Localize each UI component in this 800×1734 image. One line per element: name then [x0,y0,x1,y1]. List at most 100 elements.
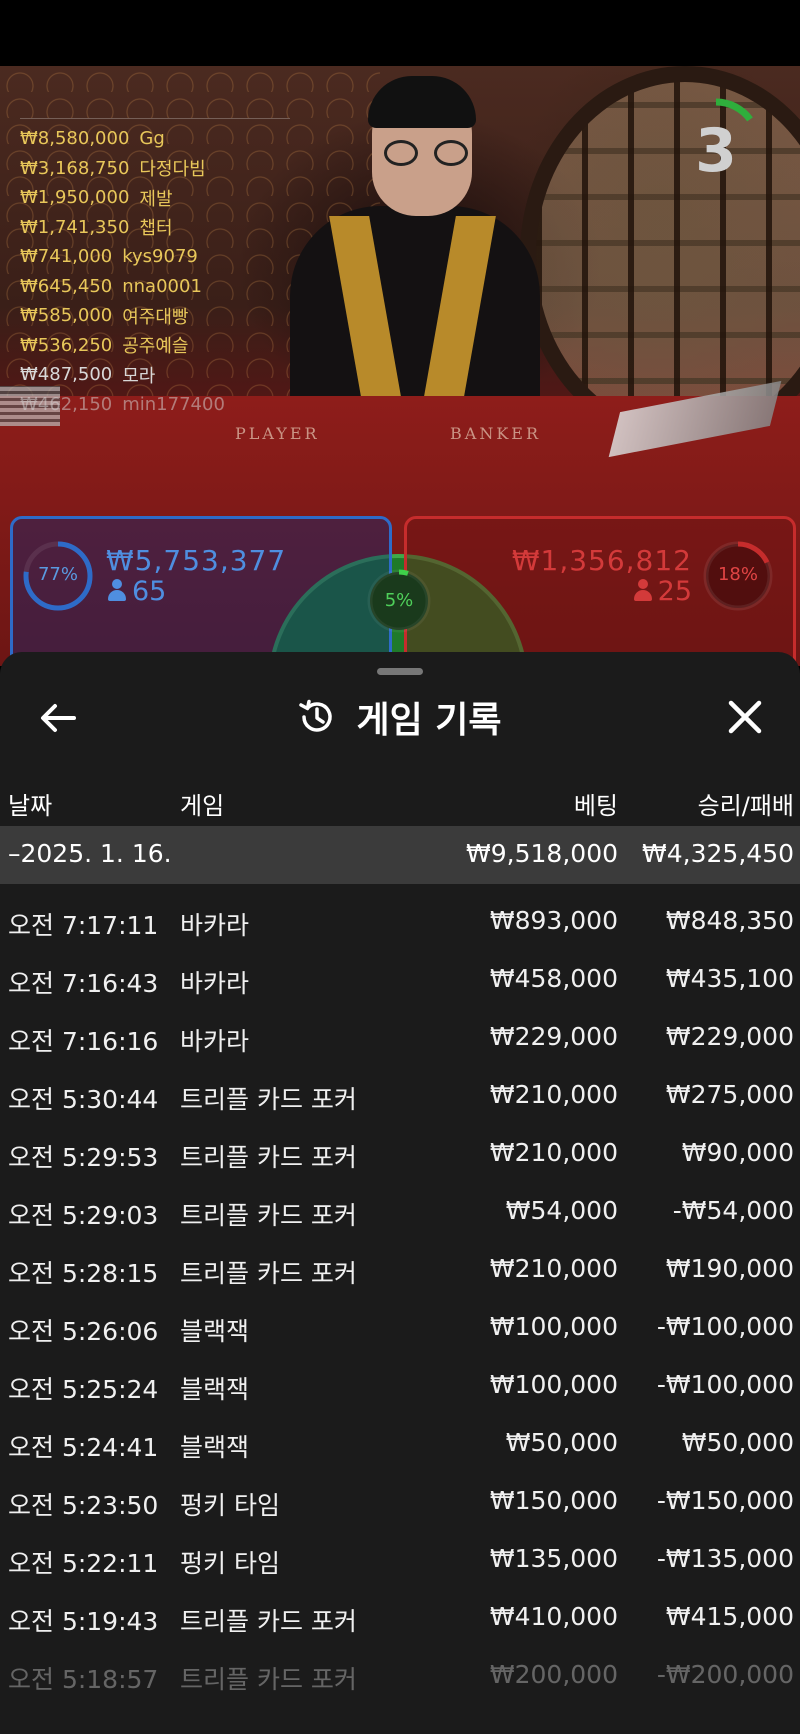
history-row[interactable]: 오전 5:18:57 트리플 카드 포커 ₩200,000 -₩200,000 [0,1646,800,1704]
history-game: 트리플 카드 포커 [180,1085,357,1114]
history-row[interactable]: 오전 7:16:43 바카라 ₩458,000 ₩435,100 [0,950,800,1008]
history-result: ₩848,350 [665,906,794,935]
history-bet: ₩458,000 [489,964,618,993]
history-bet: ₩135,000 [489,1544,618,1573]
history-time: 오전 5:30:44 [8,1085,159,1114]
history-bet: ₩229,000 [489,1022,618,1051]
history-time: 오전 7:16:43 [8,969,159,998]
leaderboard-divider [20,118,290,119]
history-time: 오전 7:17:11 [8,911,159,940]
history-row[interactable]: 오전 5:19:43 트리플 카드 포커 ₩410,000 ₩415,000 [0,1588,800,1646]
history-bet: ₩210,000 [489,1080,618,1109]
history-game: 블랙잭 [180,1317,250,1346]
leaderboard-player-name: 공주예슬 [122,336,189,358]
date-group-total-bet: ₩9,518,000 [466,839,618,868]
history-row[interactable]: 오전 7:17:11 바카라 ₩893,000 ₩848,350 [0,892,800,950]
person-icon [108,579,126,601]
game-history-sheet: 게임 기록 날짜 게임 베팅 승리/패배 –2025. 1. 16. ₩9,51… [0,652,800,1734]
sheet-title: 게임 기록 [356,700,502,741]
date-group-total-result: ₩4,325,450 [642,839,794,868]
history-time: 오전 5:24:41 [8,1433,159,1462]
drag-handle[interactable] [377,668,423,675]
leaderboard-player-name: nna0001 [122,275,202,297]
leaderboard-row: ₩1,950,000 제발 [20,183,300,213]
column-date: 날짜 [8,792,53,820]
date-group-label: –2025. 1. 16. [8,839,172,868]
countdown-timer: 3 [666,94,766,194]
leaderboard-amount: ₩645,450 [20,275,113,297]
leaderboard-row: ₩536,250 공주예슬 [20,331,300,361]
history-bet: ₩200,000 [489,1660,618,1689]
history-row[interactable]: 오전 5:22:11 펑키 타임 ₩135,000 -₩135,000 [0,1530,800,1588]
leaderboard-player-name: 제발 [139,188,173,210]
history-row[interactable]: 오전 5:29:03 트리플 카드 포커 ₩54,000 -₩54,000 [0,1182,800,1240]
leaderboard-row: ₩645,450 nna0001 [20,272,300,302]
leaderboard-player-name: 챕터 [139,218,173,240]
table-player-label: PLAYER [235,424,320,443]
status-bar [0,0,800,66]
history-row[interactable]: 오전 5:29:53 트리플 카드 포커 ₩210,000 ₩90,000 [0,1124,800,1182]
history-row[interactable]: 오전 7:16:16 바카라 ₩229,000 ₩229,000 [0,1008,800,1066]
history-result: -₩54,000 [672,1196,794,1225]
history-list: 오전 7:17:11 바카라 ₩893,000 ₩848,350 오전 7:16:43 바… [0,892,800,1704]
history-row[interactable]: 오전 5:30:44 트리플 카드 포커 ₩210,000 ₩275,000 [0,1066,800,1124]
leaderboard-player-name: kys9079 [122,246,198,268]
history-time: 오전 5:28:15 [8,1259,159,1288]
player-percent: 77% [37,564,78,585]
history-bet: ₩54,000 [505,1196,618,1225]
leaderboard-player-name: 다정다빔 [139,159,206,181]
history-row[interactable]: 오전 5:25:24 블랙잭 ₩100,000 -₩100,000 [0,1356,800,1414]
history-time: 오전 5:29:53 [8,1143,159,1172]
history-result: ₩435,100 [665,964,794,993]
history-result: ₩415,000 [665,1602,794,1631]
history-game: 트리플 카드 포커 [180,1143,357,1172]
history-time: 오전 5:19:43 [8,1607,159,1636]
tie-percent-ring: 5% [364,566,434,636]
history-game: 블랙잭 [180,1433,250,1462]
leaderboard-row: ₩585,000 여주대빵 [20,301,300,331]
leaderboard-amount: ₩1,950,000 [20,187,130,209]
history-result: -₩100,000 [656,1370,794,1399]
leaderboard-player-name: 모라 [122,365,156,387]
dealer-hair [368,76,476,128]
history-row[interactable]: 오전 5:26:06 블랙잭 ₩100,000 -₩100,000 [0,1298,800,1356]
history-time: 오전 5:25:24 [8,1375,159,1404]
history-row[interactable]: 오전 5:24:41 블랙잭 ₩50,000 ₩50,000 [0,1414,800,1472]
close-icon[interactable] [722,694,768,740]
column-bet: 베팅 [573,792,618,820]
leaderboard-amount: ₩741,000 [20,246,113,268]
history-game: 트리플 카드 포커 [180,1201,357,1230]
history-time: 오전 5:23:50 [8,1491,159,1520]
leaderboard-row: ₩1,741,350 챕터 [20,213,300,243]
banker-count-value: 25 [657,576,692,607]
history-game: 바카라 [180,1027,250,1056]
leaderboard-amount: ₩487,500 [20,364,113,386]
history-game: 펑키 타임 [180,1549,280,1578]
history-row[interactable]: 오전 5:28:15 트리플 카드 포커 ₩210,000 ₩190,000 [0,1240,800,1298]
leaderboard-row: ₩8,580,000 Gg [20,124,300,154]
leaderboard-row: ₩3,168,750 다정다빔 [20,154,300,184]
banker-bettor-count: 25 [633,576,692,607]
history-result: -₩100,000 [656,1312,794,1341]
winners-leaderboard: ₩8,580,000 Gg ₩3,168,750 다정다빔 ₩1,950,000 제발 ₩1… [20,124,300,419]
table-banker-label: BANKER [450,424,541,443]
player-count-value: 65 [132,576,167,607]
column-game: 게임 [180,792,225,820]
history-bet: ₩893,000 [489,906,618,935]
history-game: 트리플 카드 포커 [180,1607,357,1636]
history-game: 트리플 카드 포커 [180,1259,357,1288]
history-bet: ₩210,000 [489,1254,618,1283]
banker-percent: 18% [717,564,758,585]
history-result: ₩90,000 [681,1138,794,1167]
player-percent-ring: 77% [20,538,96,614]
date-group-row[interactable]: –2025. 1. 16. ₩9,518,000 ₩4,325,450 [0,826,800,884]
leaderboard-player-name: min177400 [122,393,225,415]
history-time: 오전 5:22:11 [8,1549,159,1578]
leaderboard-amount: ₩462,150 [20,393,113,415]
column-result: 승리/패배 [697,792,794,820]
leaderboard-amount: ₩8,580,000 [20,128,130,150]
history-row[interactable]: 오전 5:23:50 펑키 타임 ₩150,000 -₩150,000 [0,1472,800,1530]
leaderboard-amount: ₩3,168,750 [20,157,130,179]
history-result: -₩200,000 [656,1660,794,1689]
tie-percent: 5% [384,590,414,611]
